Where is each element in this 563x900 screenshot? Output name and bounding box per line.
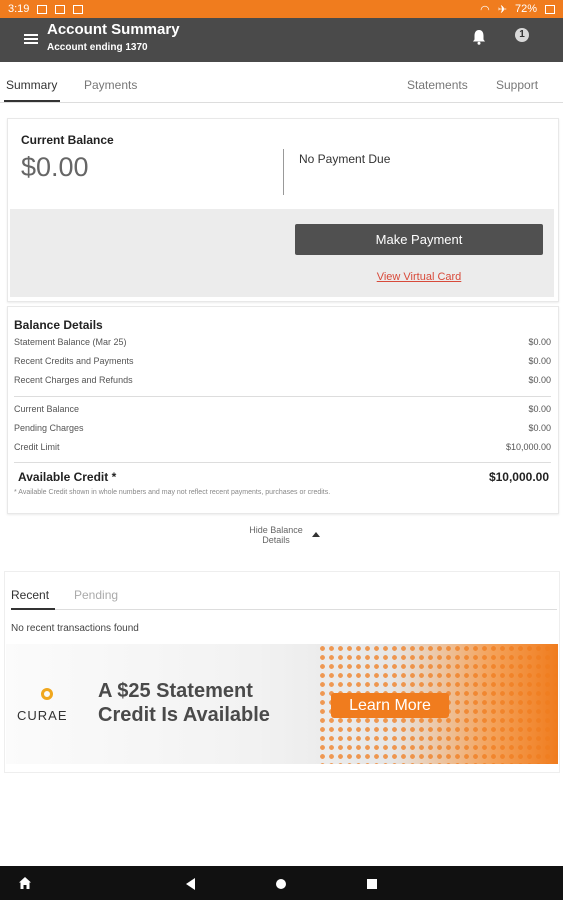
divider (11, 609, 557, 610)
detail-amount: $0.00 (528, 375, 551, 385)
divider (14, 396, 551, 397)
notification-icon (73, 4, 84, 14)
detail-label: Pending Charges (14, 423, 84, 433)
detail-label: Recent Charges and Refunds (14, 375, 133, 385)
tab-support[interactable]: Support (496, 78, 538, 92)
detail-row: Pending Charges $0.00 (14, 423, 551, 433)
detail-row: Statement Balance (Mar 25) $0.00 (14, 337, 551, 347)
tab-pending[interactable]: Pending (74, 588, 118, 602)
detail-amount: $0.00 (528, 423, 551, 433)
status-time: 3:19 (8, 3, 30, 15)
divider (14, 462, 551, 463)
detail-label: Recent Credits and Payments (14, 356, 134, 366)
detail-amount: $0.00 (528, 356, 551, 366)
detail-amount: $0.00 (528, 337, 551, 347)
app-bar: Account Summary Account ending 1370 1 (0, 18, 563, 62)
home-button-icon[interactable] (276, 879, 286, 889)
detail-label: Statement Balance (Mar 25) (14, 337, 127, 347)
detail-row: Recent Credits and Payments $0.00 (14, 356, 551, 366)
toggle-label-line2: Details (262, 535, 290, 545)
notification-badge[interactable]: 1 (515, 28, 529, 42)
learn-more-button[interactable]: Learn More (331, 693, 449, 718)
payment-due-status: No Payment Due (299, 152, 391, 166)
account-subtitle: Account ending 1370 (47, 42, 148, 53)
current-balance-label: Current Balance (21, 133, 114, 147)
battery-level: 72% (514, 3, 537, 15)
tab-statements[interactable]: Statements (407, 78, 468, 92)
menu-icon[interactable] (24, 34, 38, 44)
system-nav-bar (0, 866, 563, 900)
active-tab-indicator (11, 608, 55, 610)
divider (283, 149, 284, 195)
empty-transactions-message: No recent transactions found (11, 623, 139, 634)
detail-row: Current Balance $0.00 (14, 404, 551, 414)
main-tabs: Summary Payments Statements Support (0, 62, 563, 103)
detail-row: Credit Limit $10,000.00 (14, 442, 551, 452)
balance-details-title: Balance Details (14, 318, 103, 332)
active-tab-indicator (4, 100, 60, 102)
wifi-icon: ◠ (480, 3, 490, 16)
available-credit-amount: $10,000.00 (488, 470, 549, 484)
page-title: Account Summary (47, 21, 180, 38)
hide-balance-details-toggle[interactable]: Hide Balance Details (236, 525, 316, 545)
notification-icon (37, 4, 48, 14)
bell-icon[interactable] (470, 28, 488, 46)
chevron-up-icon[interactable] (312, 532, 320, 537)
battery-icon (545, 4, 555, 14)
recent-apps-icon[interactable] (367, 879, 377, 889)
brand-logo-text: CURAE (17, 708, 68, 723)
balance-details-card: Balance Details Statement Balance (Mar 2… (7, 306, 559, 514)
detail-row: Recent Charges and Refunds $0.00 (14, 375, 551, 385)
tab-payments[interactable]: Payments (84, 78, 137, 92)
detail-label: Current Balance (14, 404, 80, 414)
balance-card: Current Balance $0.00 No Payment Due Mak… (7, 118, 559, 302)
home-icon[interactable] (18, 876, 32, 890)
status-bar: 3:19 ◠ ✈ 72% (0, 0, 563, 18)
make-payment-button[interactable]: Make Payment (295, 224, 543, 255)
view-virtual-card-link[interactable]: View Virtual Card (295, 271, 543, 283)
detail-label: Credit Limit (14, 442, 60, 452)
back-icon[interactable] (186, 878, 195, 890)
detail-amount: $10,000.00 (505, 442, 551, 452)
airplane-icon: ✈ (497, 3, 507, 16)
tab-recent[interactable]: Recent (11, 588, 49, 602)
available-credit-footnote: * Available Credit shown in whole number… (14, 489, 331, 496)
tab-summary[interactable]: Summary (6, 78, 57, 92)
notification-icon (55, 4, 66, 14)
promo-banner[interactable]: CURAE A $25 Statement Credit Is Availabl… (6, 644, 558, 764)
curae-logo-icon (41, 688, 53, 700)
promo-headline-line1: A $25 Statement (98, 680, 253, 702)
toggle-label-line1: Hide Balance (249, 525, 303, 535)
available-credit-label: Available Credit * (18, 470, 117, 484)
promo-headline-line2: Credit Is Available (98, 704, 270, 726)
detail-amount: $0.00 (528, 404, 551, 414)
current-balance-value: $0.00 (21, 152, 89, 182)
payment-area: Make Payment View Virtual Card (10, 209, 554, 297)
